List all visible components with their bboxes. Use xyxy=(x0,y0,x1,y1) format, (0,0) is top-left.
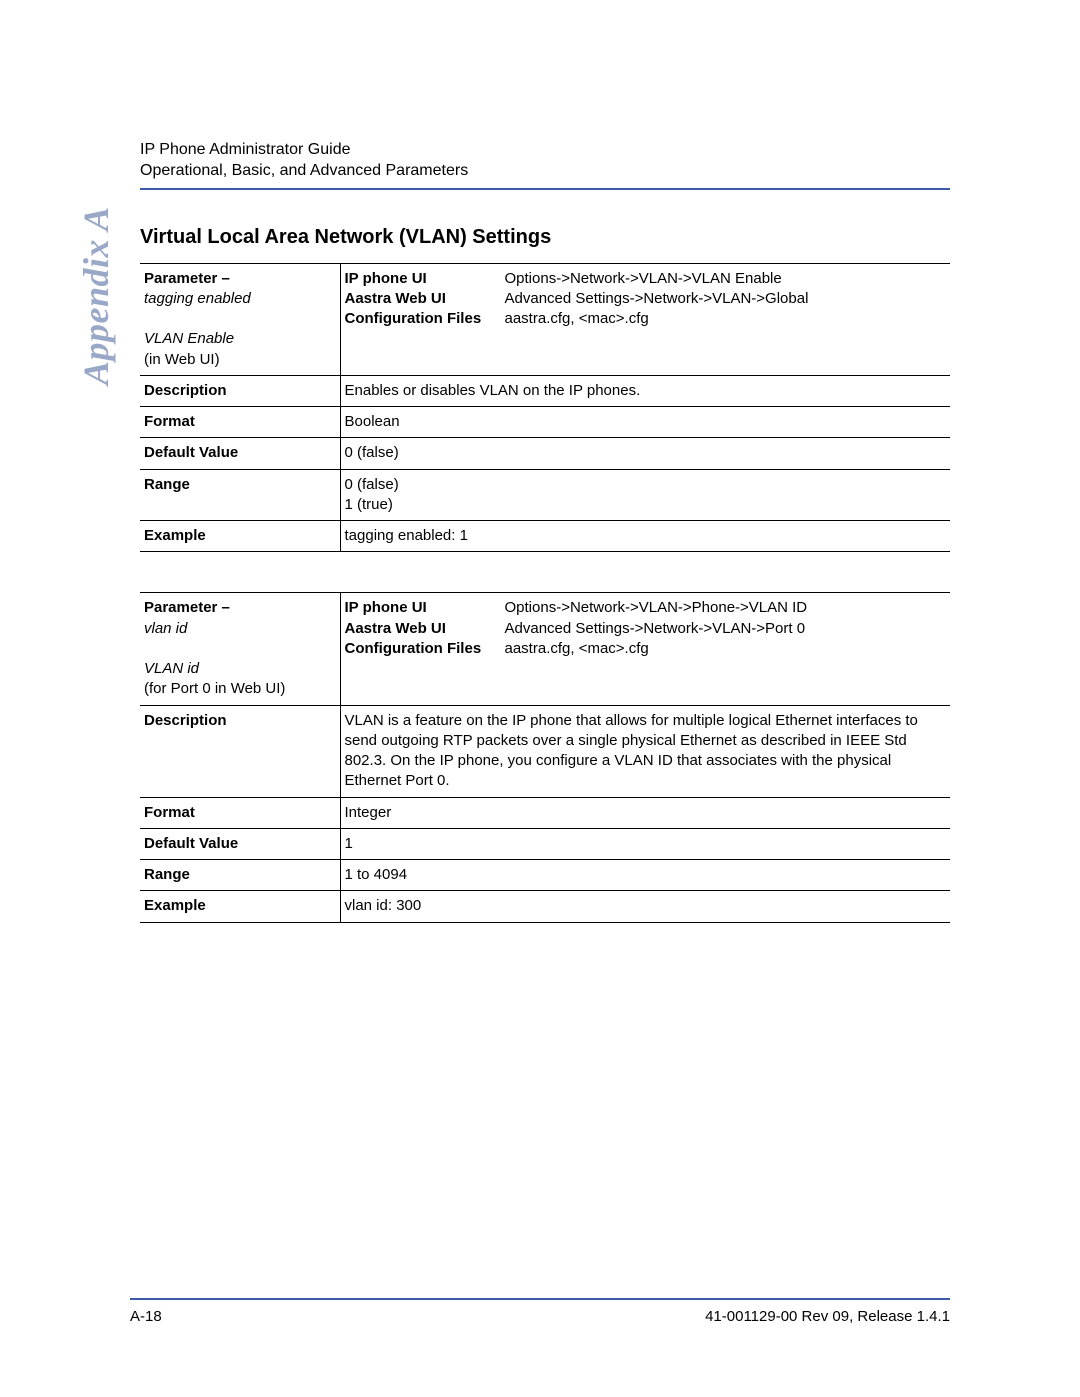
aastra-web-ui-path: Advanced Settings->Network->VLAN->Global xyxy=(505,289,943,309)
range-line-2: 1 (true) xyxy=(345,495,943,515)
range-label: Range xyxy=(140,860,340,891)
parameter-table-1: Parameter – tagging enabled VLAN Enable … xyxy=(140,263,950,553)
aastra-web-ui-label: Aastra Web UI xyxy=(345,619,505,639)
table-row: Description VLAN is a feature on the IP … xyxy=(140,705,950,797)
page-header: IP Phone Administrator Guide Operational… xyxy=(140,140,950,182)
aastra-web-ui-path: Advanced Settings->Network->VLAN->Port 0 xyxy=(505,619,943,639)
parameter-label: Parameter xyxy=(144,599,217,616)
range-label: Range xyxy=(140,469,340,521)
table-row: Range 0 (false) 1 (true) xyxy=(140,469,950,521)
header-line-1: IP Phone Administrator Guide xyxy=(140,140,950,161)
table-row: Default Value 1 xyxy=(140,828,950,859)
description-value: Enables or disables VLAN on the IP phone… xyxy=(340,375,950,406)
example-label: Example xyxy=(140,891,340,922)
table-row: Default Value 0 (false) xyxy=(140,438,950,469)
example-value: tagging enabled: 1 xyxy=(340,521,950,552)
table-row: Example vlan id: 300 xyxy=(140,891,950,922)
table-row: Range 1 to 4094 xyxy=(140,860,950,891)
footer-divider xyxy=(130,1298,950,1300)
range-value: 1 to 4094 xyxy=(340,860,950,891)
table-row: Parameter – vlan id VLAN id (for Port 0 … xyxy=(140,593,950,705)
example-value: vlan id: 300 xyxy=(340,891,950,922)
parameter-web-name-1: VLAN Enable xyxy=(144,330,234,347)
ip-phone-ui-label: IP phone UI xyxy=(345,598,505,618)
ip-phone-ui-path: Options->Network->VLAN->VLAN Enable xyxy=(505,269,943,289)
section-title: Virtual Local Area Network (VLAN) Settin… xyxy=(140,226,950,249)
description-value: VLAN is a feature on the IP phone that a… xyxy=(340,705,950,797)
format-value: Integer xyxy=(340,797,950,828)
default-value-label: Default Value xyxy=(140,828,340,859)
header-divider xyxy=(140,188,950,190)
description-label: Description xyxy=(140,375,340,406)
ip-phone-ui-label: IP phone UI xyxy=(345,269,505,289)
default-value-value: 0 (false) xyxy=(340,438,950,469)
document-reference: 41-001129-00 Rev 09, Release 1.4.1 xyxy=(705,1308,950,1325)
example-label: Example xyxy=(140,521,340,552)
aastra-web-ui-label: Aastra Web UI xyxy=(345,289,505,309)
parameter-config-name: vlan id xyxy=(144,620,187,637)
appendix-side-label: Appendix A xyxy=(75,206,117,385)
parameter-web-name-2: (for Port 0 in Web UI) xyxy=(144,680,285,697)
header-line-2: Operational, Basic, and Advanced Paramet… xyxy=(140,161,950,182)
config-files-path: aastra.cfg, <mac>.cfg xyxy=(505,309,943,329)
table-row: Description Enables or disables VLAN on … xyxy=(140,375,950,406)
page-number: A-18 xyxy=(130,1308,162,1325)
default-value-label: Default Value xyxy=(140,438,340,469)
table-row: Parameter – tagging enabled VLAN Enable … xyxy=(140,263,950,375)
config-files-path: aastra.cfg, <mac>.cfg xyxy=(505,639,943,659)
default-value-value: 1 xyxy=(340,828,950,859)
config-files-label: Configuration Files xyxy=(345,309,505,329)
document-page: IP Phone Administrator Guide Operational… xyxy=(0,0,1080,1397)
parameter-config-name: tagging enabled xyxy=(144,290,251,307)
table-row: Example tagging enabled: 1 xyxy=(140,521,950,552)
format-label: Format xyxy=(140,797,340,828)
parameter-web-name-2: (in Web UI) xyxy=(144,351,220,368)
format-value: Boolean xyxy=(340,407,950,438)
table-row: Format Boolean xyxy=(140,407,950,438)
parameter-web-name-1: VLAN id xyxy=(144,660,199,677)
range-line-1: 0 (false) xyxy=(345,475,943,495)
parameter-table-2: Parameter – vlan id VLAN id (for Port 0 … xyxy=(140,592,950,922)
table-row: Format Integer xyxy=(140,797,950,828)
config-files-label: Configuration Files xyxy=(345,639,505,659)
description-label: Description xyxy=(140,705,340,797)
ip-phone-ui-path: Options->Network->VLAN->Phone->VLAN ID xyxy=(505,598,943,618)
page-footer: A-18 41-001129-00 Rev 09, Release 1.4.1 xyxy=(130,1298,950,1325)
parameter-label: Parameter xyxy=(144,270,217,287)
format-label: Format xyxy=(140,407,340,438)
